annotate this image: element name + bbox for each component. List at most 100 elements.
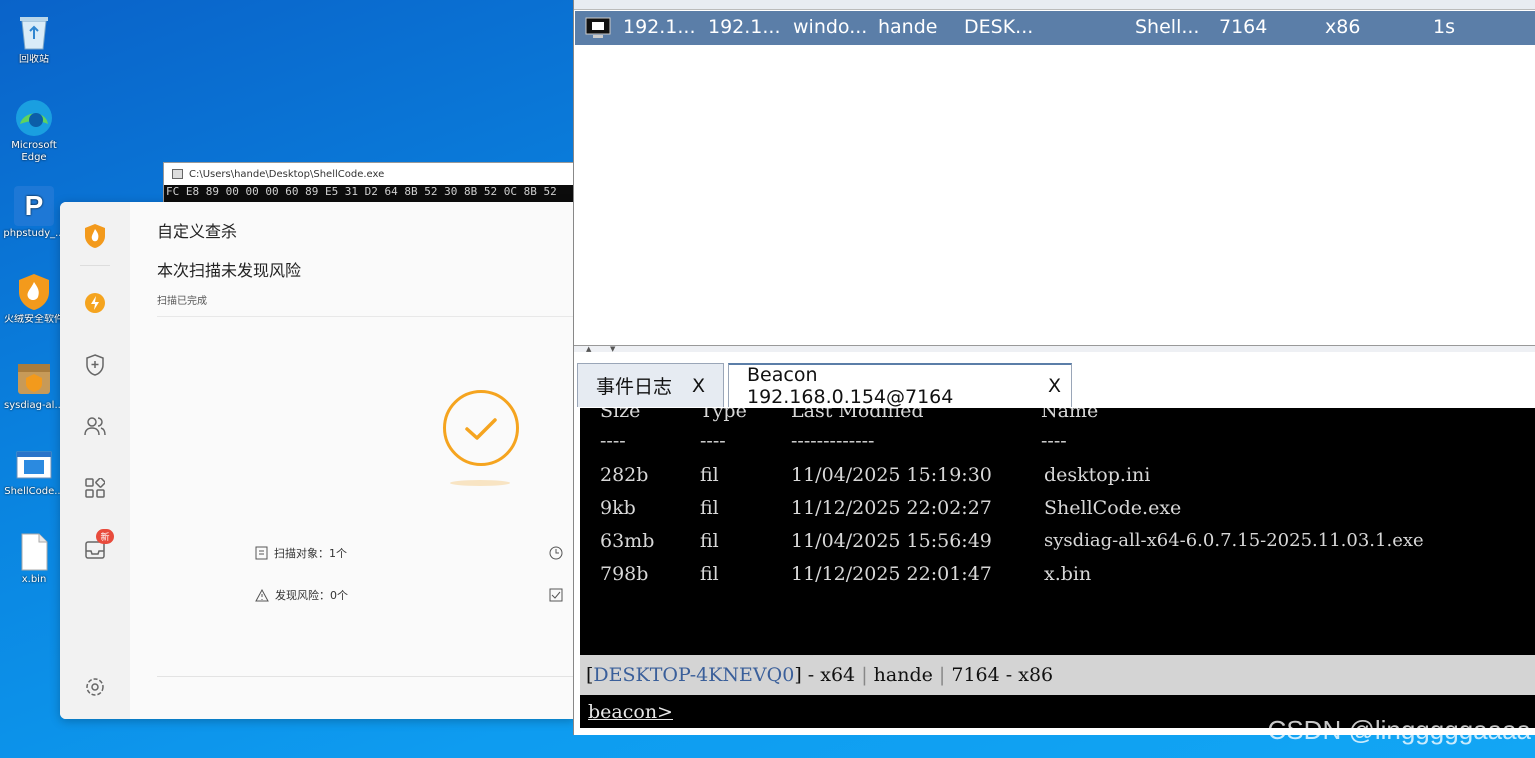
new-badge: 新	[96, 529, 114, 544]
file-icon	[14, 532, 54, 572]
exe-window-icon	[14, 444, 54, 484]
scan-result-panel: 自定义查杀 本次扫描未发现风险 扫描已完成 扫描对象：1个 发现风险：0个	[157, 202, 575, 719]
collapse-up-icon[interactable]: ▲	[586, 345, 591, 353]
listing-type: fil	[700, 497, 719, 519]
desktop-icon-recycle-bin[interactable]: 回收站	[0, 12, 68, 66]
col-header-size: Size	[600, 408, 641, 422]
console-title: C:\Users\hande\Desktop\ShellCode.exe	[189, 168, 385, 180]
desktop-icon-xbin[interactable]: x.bin	[0, 532, 68, 586]
protection-shield-icon[interactable]	[84, 354, 106, 376]
desktop-icon-label: 回收站	[19, 54, 49, 65]
listing-size: 798b	[600, 563, 649, 585]
listing-name: desktop.ini	[1044, 464, 1151, 486]
security-sidebar: 新	[60, 202, 130, 719]
success-check-icon	[443, 390, 519, 466]
col-rule-name: ----	[1041, 430, 1067, 452]
listing-type: fil	[700, 563, 719, 585]
listing-size: 9kb	[600, 497, 636, 519]
tab-close-button[interactable]: X	[692, 375, 705, 397]
security-app-window: 新 自定义查杀 本次扫描未发现风险 扫描已完成 扫描对象：1个 发现风险：0个	[60, 202, 575, 719]
listing-modified: 11/12/2025 22:01:47	[791, 563, 992, 585]
quick-scan-icon[interactable]	[84, 292, 106, 314]
cell-arch: x86	[1325, 16, 1361, 38]
listing-name: sysdiag-all-x64-6.0.7.15-2025.11.03.1.ex…	[1044, 530, 1424, 551]
listing-size: 63mb	[600, 530, 655, 552]
check-shadow	[450, 480, 510, 486]
huorong-shield-icon	[14, 272, 54, 312]
beacon-prompt: beacon>	[588, 701, 673, 723]
scan-objects-stat: 扫描对象：1个	[255, 545, 347, 561]
sessions-table-header	[574, 0, 1535, 10]
cell-external-ip: 192.1...	[623, 16, 696, 38]
status-pid-arch: 7164 - x86	[951, 664, 1054, 686]
listing-modified: 11/12/2025 22:02:27	[791, 497, 992, 519]
cell-internal-ip: 192.1...	[708, 16, 781, 38]
scan-objects-label: 扫描对象：1个	[274, 547, 347, 560]
document-icon	[255, 546, 268, 560]
clock-icon	[549, 545, 563, 564]
cell-pid: 7164	[1219, 16, 1268, 38]
desktop-icon-label: x.bin	[21, 574, 47, 585]
page-title: 自定义查杀	[157, 222, 238, 241]
col-rule-type: ----	[700, 430, 726, 452]
cell-computer: DESK...	[964, 16, 1034, 38]
recycle-bin-icon	[14, 12, 54, 52]
desktop-icon-label: phpstudy_...	[3, 228, 65, 239]
listing-type: fil	[700, 464, 719, 486]
tab-label: Beacon 192.168.0.154@7164	[747, 364, 954, 408]
sidebar-divider	[80, 265, 110, 266]
cell-last: 1s	[1433, 16, 1455, 38]
status-user: hande	[873, 664, 933, 686]
desktop-icon-label: sysdiag-al...	[4, 400, 64, 411]
header-divider	[157, 316, 575, 317]
split-pane-handle[interactable]: ▲ ▼	[574, 345, 1535, 353]
listing-modified: 11/04/2025 15:19:30	[791, 464, 992, 486]
col-header-name: Name	[1041, 408, 1099, 422]
settings-gear-icon[interactable]	[84, 676, 106, 698]
tab-close-button[interactable]: X	[1048, 375, 1061, 397]
console-tabs: 事件日志 X Beacon 192.168.0.154@7164 X	[574, 360, 1535, 408]
cell-user: hande	[878, 16, 938, 38]
tab-label: 事件日志	[596, 376, 673, 398]
table-row[interactable]: 192.1... 192.1... windo... hande DESK...…	[575, 11, 1535, 45]
col-rule-size: ----	[600, 430, 626, 452]
col-header-modified: Last Modified	[791, 408, 924, 422]
tab-beacon[interactable]: Beacon 192.168.0.154@7164 X	[728, 363, 1072, 408]
phpstudy-icon: P	[14, 186, 54, 226]
listing-type: fil	[700, 530, 719, 552]
edge-icon	[14, 98, 54, 138]
desktop-icon-edge[interactable]: Microsoft Edge	[0, 98, 68, 164]
desktop-icon-huorong[interactable]: 火绒安全软件	[0, 272, 68, 326]
col-rule-modified: -------------	[791, 430, 875, 452]
users-icon[interactable]	[84, 415, 106, 437]
desktop-icon-shellcode[interactable]: ShellCode...	[0, 444, 68, 498]
desktop-icon-label: 火绒安全软件	[4, 314, 64, 325]
status-host: DESKTOP-4KNEVQ0	[593, 664, 795, 686]
status-arch: x64	[820, 664, 856, 686]
desktop-icon-label: Microsoft	[11, 140, 57, 151]
inbox-icon[interactable]: 新	[84, 529, 114, 561]
desktop-icon-label-2: Edge	[21, 152, 47, 163]
cell-process: Shell...	[1135, 16, 1200, 38]
console-titlebar[interactable]: C:\Users\hande\Desktop\ShellCode.exe	[164, 163, 574, 185]
huorong-logo-icon	[82, 222, 108, 250]
beacon-status-bar: [DESKTOP-4KNEVQ0] - x64 | hande | 7164 -…	[580, 655, 1535, 695]
col-header-type: Type	[700, 408, 747, 422]
desktop-icon-label: ShellCode...	[4, 486, 64, 497]
shellcode-console-window[interactable]: C:\Users\hande\Desktop\ShellCode.exe FC …	[163, 162, 575, 205]
csdn-watermark: CSDN @lingggggaaaa	[1267, 715, 1531, 745]
listing-modified: 11/04/2025 15:56:49	[791, 530, 992, 552]
scan-status: 扫描已完成	[157, 296, 207, 307]
desktop-icon-sysdiag[interactable]: sysdiag-al...	[0, 358, 68, 412]
beacon-session-icon	[585, 17, 611, 44]
apps-grid-icon[interactable]	[84, 477, 106, 499]
desktop-icon-phpstudy[interactable]: P phpstudy_...	[0, 186, 68, 240]
collapse-down-icon[interactable]: ▼	[610, 345, 615, 353]
cell-listener: windo...	[793, 16, 868, 38]
checkbox-icon	[549, 587, 563, 606]
beacon-console-output: Size Type Last Modified Name ---- ---- -…	[580, 408, 1535, 655]
tab-event-log[interactable]: 事件日志 X	[577, 363, 724, 407]
footer-divider	[157, 676, 575, 677]
listing-name: ShellCode.exe	[1044, 497, 1182, 519]
scan-result-heading: 本次扫描未发现风险	[157, 261, 302, 280]
